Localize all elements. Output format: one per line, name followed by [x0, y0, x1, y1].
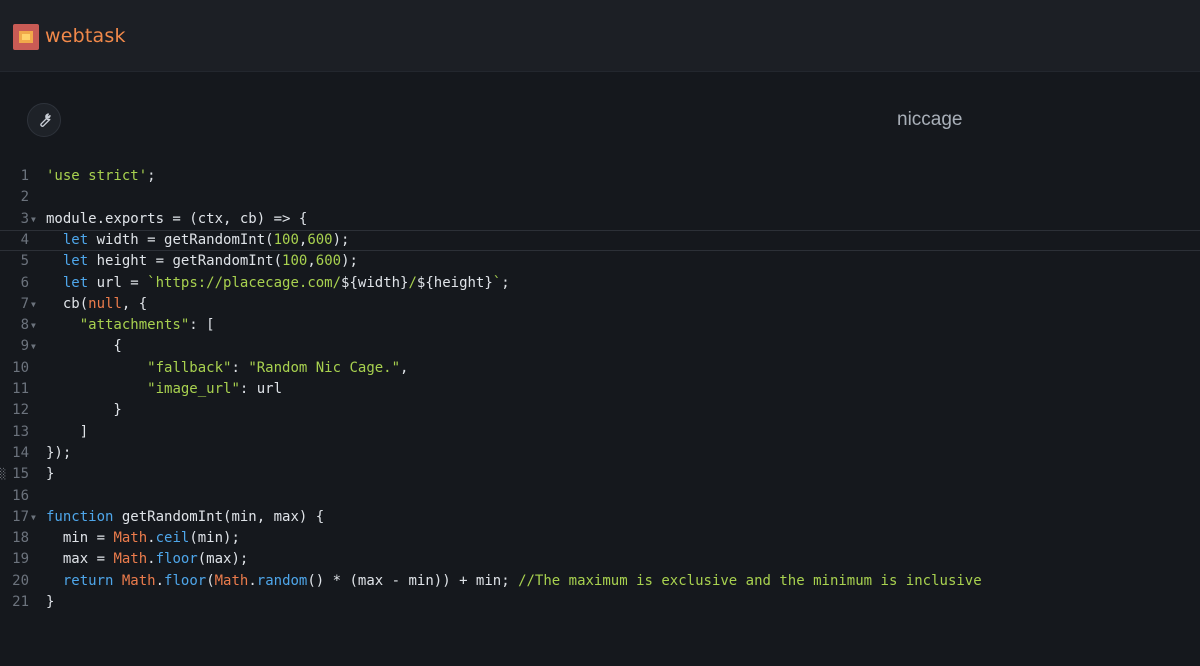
code-line[interactable]: 14}); [0, 443, 1200, 464]
code-line[interactable]: 12 } [0, 400, 1200, 421]
code-text: }); [46, 444, 72, 461]
code-line[interactable]: 20 return Math.floor(Math.random() * (ma… [0, 571, 1200, 592]
code-editor[interactable]: 1'use strict'; 2 3 ▼ module.exports = (ctx, … [0, 166, 1200, 626]
code-text: "image_url": url [147, 381, 283, 397]
code-line[interactable]: 9 ▼ { [0, 336, 1200, 357]
line-number: 3 [20, 210, 29, 227]
code-line[interactable]: 4 let width = getRandomInt(100,600); [0, 229, 1200, 251]
code-text: max = Math.floor(max); [46, 551, 249, 568]
code-text: } [46, 466, 55, 483]
app-name[interactable]: webtask [45, 25, 126, 47]
line-number: 13 [12, 423, 29, 440]
line-number: 9 [20, 338, 29, 355]
code-line[interactable]: 19 max = Math.floor(max); [0, 549, 1200, 570]
line-number: 6 [20, 274, 29, 291]
task-name: niccage [897, 109, 963, 130]
code-text: let width = getRandomInt(100,600); [62, 231, 350, 248]
fold-arrow-icon[interactable]: ▼ [31, 209, 36, 230]
code-line[interactable]: 16 [0, 486, 1200, 507]
fold-arrow-icon[interactable]: ▼ [31, 294, 36, 315]
line-number: 19 [12, 551, 29, 568]
line-number: 21 [12, 594, 29, 610]
code-text: let height = getRandomInt(100,600); [62, 253, 358, 270]
line-number: 14 [12, 444, 29, 461]
wrench-button[interactable] [27, 103, 61, 137]
line-number: 7 [20, 295, 29, 312]
code-text: 'use strict'; [46, 168, 156, 184]
code-line[interactable]: 15 ░} [0, 464, 1200, 485]
line-number: 12 [12, 402, 29, 419]
code-text: module.exports = (ctx, cb) => { [46, 210, 308, 227]
code-line[interactable]: 6 let url = `https://placecage.com/${wid… [0, 273, 1200, 294]
wrench-icon [40, 113, 51, 127]
line-number: 1 [20, 168, 29, 184]
code-line[interactable]: 7 ▼ cb(null, { [0, 294, 1200, 315]
line-number: 5 [20, 253, 29, 270]
code-text: min = Math.ceil(min); [46, 530, 240, 547]
line-number: 17 [12, 508, 29, 525]
code-text: ] [46, 423, 89, 440]
code-line[interactable]: 10 "fallback": "Random Nic Cage.", [0, 358, 1200, 379]
code-text: } [46, 594, 55, 610]
code-text: let url = `https://placecage.com/${width… [62, 274, 510, 291]
fold-arrow-icon[interactable]: ▼ [31, 315, 36, 336]
code-line[interactable]: 17 ▼ function getRandomInt(min, max) { [0, 507, 1200, 528]
code-line[interactable]: 3 ▼ module.exports = (ctx, cb) => { [0, 209, 1200, 230]
code-text: } [46, 402, 122, 419]
code-text: "attachments": [ [79, 317, 215, 334]
line-number: 11 [12, 381, 29, 397]
code-line[interactable]: 5 let height = getRandomInt(100,600); [0, 251, 1200, 272]
code-text: return Math.floor(Math.random() * (max -… [62, 572, 982, 589]
code-line[interactable]: 13 ] [0, 422, 1200, 443]
code-line[interactable]: 2 [0, 187, 1200, 208]
code-line[interactable]: 11 "image_url": url [0, 379, 1200, 400]
line-number: 4 [20, 231, 29, 248]
webtask-logo-icon[interactable] [13, 24, 39, 50]
code-line[interactable]: 8 ▼ "attachments": [ [0, 315, 1200, 336]
line-number: 2 [20, 189, 29, 206]
code-line[interactable]: 21} [0, 592, 1200, 613]
code-text: "fallback": "Random Nic Cage.", [147, 359, 409, 376]
line-number: 16 [12, 487, 29, 504]
line-number: 18 [12, 530, 29, 547]
code-text: function getRandomInt(min, max) { [46, 508, 325, 525]
code-text: cb(null, { [46, 295, 148, 312]
line-number: 8 [20, 317, 29, 334]
code-line[interactable]: 18 min = Math.ceil(min); [0, 528, 1200, 549]
top-bar: webtask [0, 0, 1200, 72]
code-text: { [46, 338, 122, 355]
line-number: 20 [12, 572, 29, 589]
fold-arrow-icon[interactable]: ▼ [31, 336, 36, 357]
fold-arrow-icon[interactable]: ▼ [31, 507, 36, 528]
gutter-marker-icon: ░ [0, 469, 7, 481]
line-number: 10 [12, 359, 29, 376]
code-line[interactable]: 1 'use strict'; [0, 166, 1200, 187]
